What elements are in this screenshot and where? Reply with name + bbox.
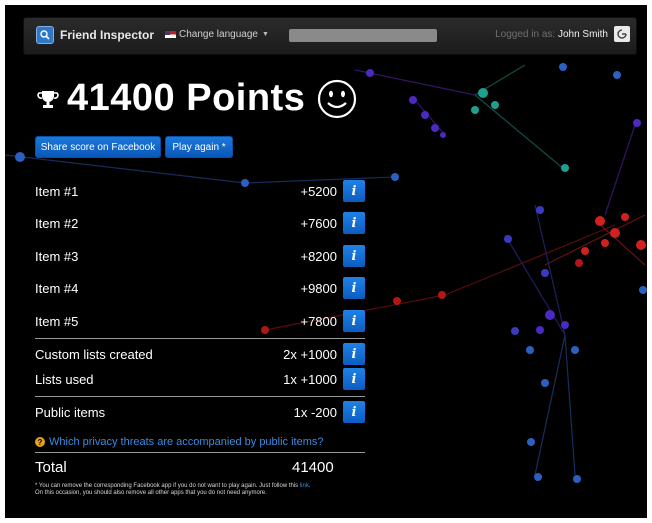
- brand[interactable]: Friend Inspector: [36, 26, 154, 44]
- row-label: Item #1: [35, 184, 79, 199]
- row-label: Lists used: [35, 372, 94, 387]
- user-name: John Smith: [557, 29, 608, 40]
- redacted-bar: [289, 29, 437, 42]
- row-value: +8200: [300, 249, 337, 264]
- points-total: 41400 Points: [67, 77, 306, 119]
- score-row-item-3: Item #3 +8200 i: [35, 245, 365, 267]
- score-row-item-4: Item #4 +9800 i: [35, 277, 365, 299]
- divider: [35, 452, 365, 453]
- row-label: Custom lists created: [35, 347, 153, 362]
- info-icon[interactable]: i: [343, 310, 365, 332]
- score-row-item-1: Item #1 +5200 i: [35, 180, 365, 202]
- divider: [35, 338, 365, 339]
- footnote-line2: On this occasion, you should also remove…: [35, 490, 267, 496]
- privacy-threats-link-text: Which privacy threats are accompanied by…: [49, 436, 324, 448]
- row-value: +7600: [300, 216, 337, 231]
- app-frame: Friend Inspector Change language ▼ Logge…: [5, 5, 647, 518]
- info-icon[interactable]: i: [343, 401, 365, 423]
- logout-button[interactable]: [614, 26, 630, 42]
- row-label: Item #4: [35, 281, 79, 296]
- row-value: 1x +1000: [283, 372, 337, 387]
- row-value: 1x -200: [293, 405, 337, 420]
- trophy-icon: [37, 90, 59, 108]
- row-label: Item #5: [35, 314, 79, 329]
- change-language-dropdown[interactable]: Change language ▼: [165, 29, 269, 40]
- privacy-threats-link[interactable]: ? Which privacy threats are accompanied …: [35, 436, 324, 448]
- row-value: +9800: [300, 281, 337, 296]
- row-value: +5200: [300, 184, 337, 199]
- score-header: 41400 Points: [37, 77, 357, 120]
- top-navbar: Friend Inspector Change language ▼ Logge…: [23, 17, 637, 55]
- smiley-icon: [318, 79, 357, 118]
- score-row-item-2: Item #2 +7600 i: [35, 212, 365, 234]
- us-flag-icon: [165, 31, 176, 38]
- logged-in-status: Logged in as: John Smith: [495, 29, 608, 40]
- footnote: * You can remove the corresponding Faceb…: [35, 483, 311, 496]
- caret-down-icon: ▼: [261, 31, 269, 38]
- logout-icon: [617, 29, 627, 39]
- total-value: 41400: [292, 459, 334, 476]
- footnote-line1: * You can remove the corresponding Faceb…: [35, 483, 299, 489]
- divider: [35, 396, 365, 397]
- info-icon[interactable]: i: [343, 212, 365, 234]
- row-label: Public items: [35, 405, 106, 420]
- score-row-custom-lists: Custom lists created 2x +1000 i: [35, 343, 365, 365]
- score-row-public-items: Public items 1x -200 i: [35, 401, 365, 423]
- info-icon[interactable]: i: [343, 368, 365, 390]
- footnote-link[interactable]: link: [300, 483, 309, 489]
- play-again-button[interactable]: Play again *: [165, 136, 233, 158]
- info-icon[interactable]: i: [343, 343, 365, 365]
- row-label: Item #2: [35, 216, 79, 231]
- logged-in-prefix: Logged in as:: [495, 29, 556, 40]
- score-row-lists-used: Lists used 1x +1000 i: [35, 368, 365, 390]
- share-facebook-button[interactable]: Share score on Facebook: [35, 136, 161, 158]
- info-icon[interactable]: i: [343, 277, 365, 299]
- total-label: Total: [35, 459, 67, 476]
- magnifier-icon: [36, 26, 54, 44]
- row-label: Item #3: [35, 249, 79, 264]
- change-language-label: Change language: [179, 29, 258, 40]
- brand-name: Friend Inspector: [60, 28, 155, 42]
- info-icon[interactable]: i: [343, 245, 365, 267]
- score-row-item-5: Item #5 +7800 i: [35, 310, 365, 332]
- row-value: +7800: [300, 314, 337, 329]
- question-icon: ?: [35, 437, 45, 447]
- info-icon[interactable]: i: [343, 180, 365, 202]
- row-value: 2x +1000: [283, 347, 337, 362]
